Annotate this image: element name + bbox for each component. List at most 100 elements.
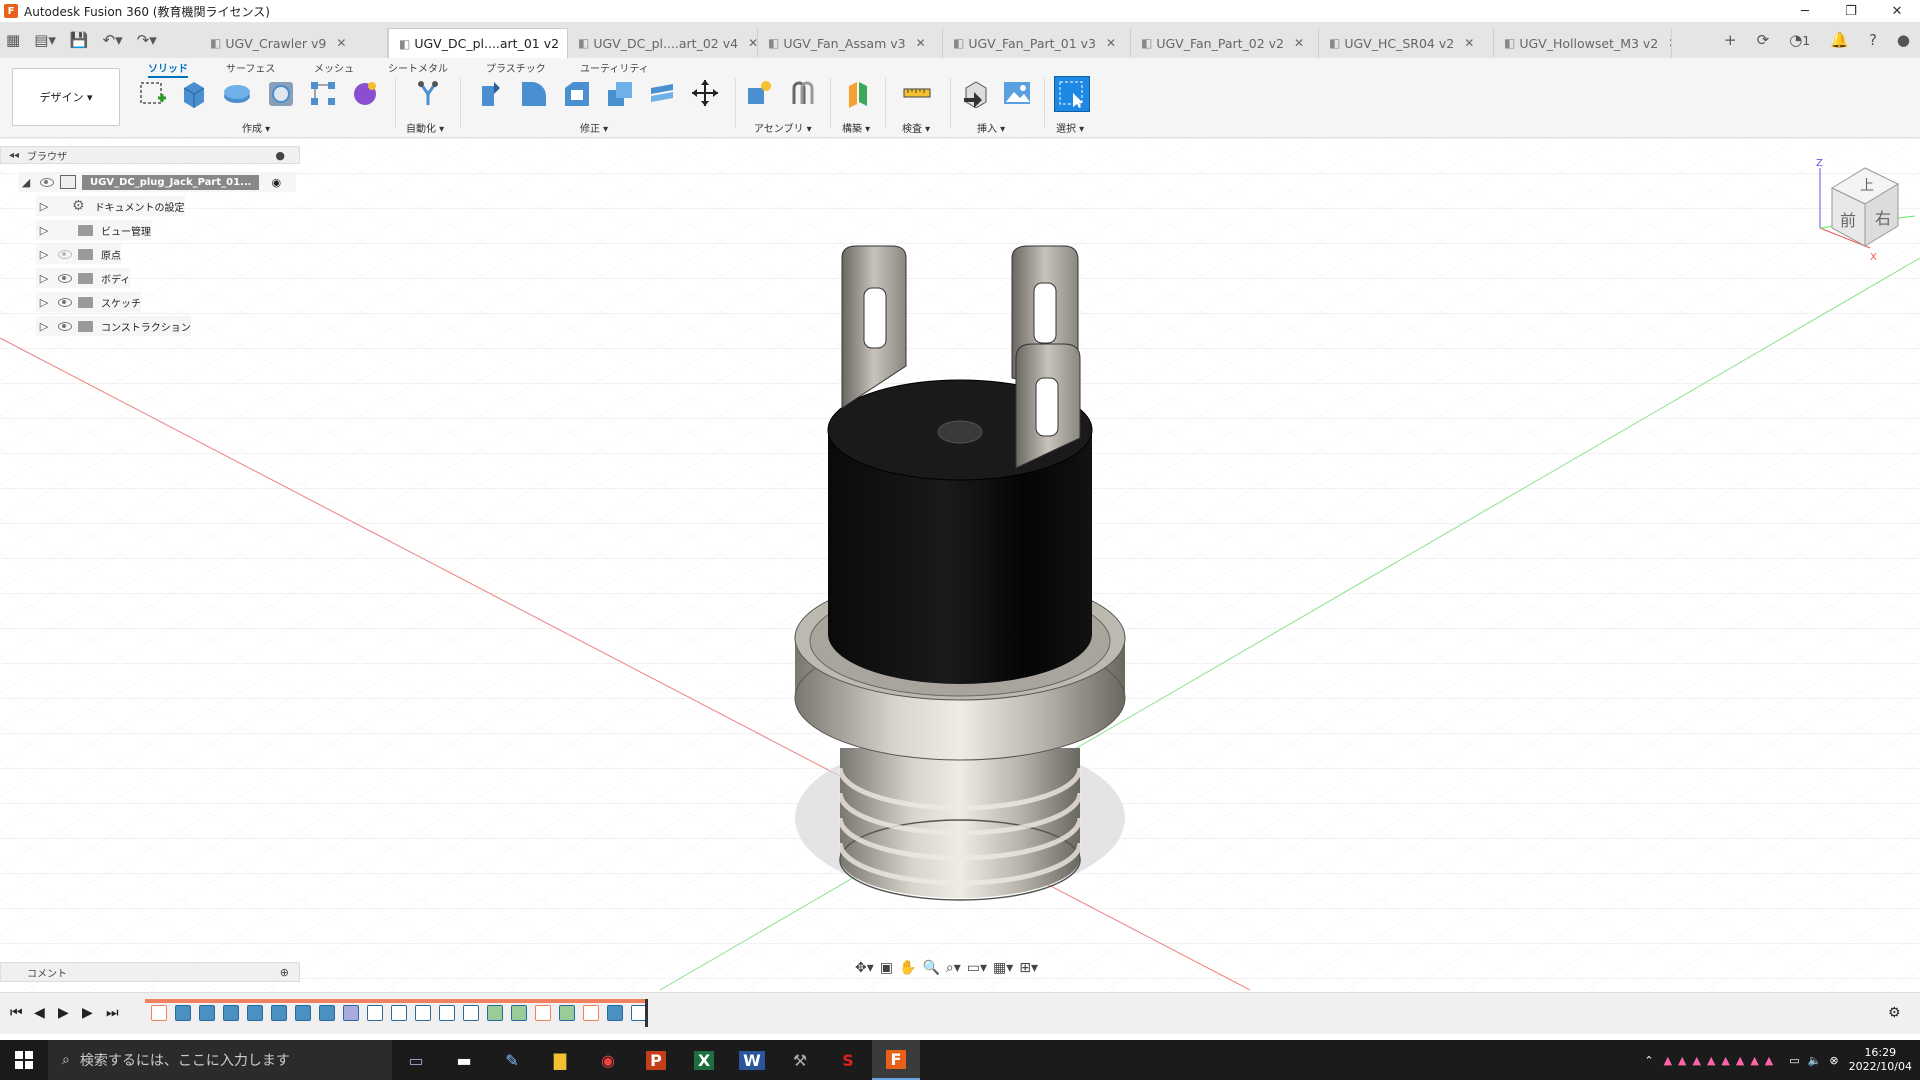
joint-icon[interactable] <box>788 78 818 108</box>
taskbar-app-terminal-icon[interactable]: ▬ <box>440 1040 488 1080</box>
tray-overflow-icon[interactable]: ⌃ <box>1644 1054 1653 1067</box>
document-tab[interactable]: ◧ UGV_Fan_Assam v3 ✕ <box>758 28 943 58</box>
expand-toggle-icon[interactable]: ▷ <box>36 248 52 261</box>
document-tab[interactable]: ◧ UGV_Crawler v9 ✕ <box>200 28 388 58</box>
taskbar-app-misc-icon[interactable]: ⚒ <box>776 1040 824 1080</box>
expand-toggle-icon[interactable]: ▷ <box>36 296 52 309</box>
group-create[interactable]: 作成 ▾ <box>242 120 270 135</box>
browser-pin-icon[interactable]: ● <box>275 149 285 162</box>
fillet-icon[interactable] <box>518 78 548 108</box>
taskbar-app-folder-icon[interactable]: ▇ <box>536 1040 584 1080</box>
timeline-feature[interactable] <box>271 1005 287 1021</box>
grid-settings-icon[interactable]: ▦▾ <box>993 960 1013 976</box>
zoom-icon[interactable]: 🔍 <box>922 960 939 976</box>
pan-icon[interactable]: ✋ <box>899 960 916 976</box>
taskbar-app-chrome-icon[interactable]: ◉ <box>584 1040 632 1080</box>
timeline-track[interactable] <box>145 999 648 1027</box>
timeline-last-icon[interactable]: ⏭ <box>106 1005 119 1021</box>
insert-derive-icon[interactable] <box>960 78 990 108</box>
redo-icon[interactable]: ↷▾ <box>137 31 157 49</box>
taskbar-app-fusion-icon[interactable]: F <box>872 1040 920 1080</box>
group-select[interactable]: 選択 ▾ <box>1056 120 1084 135</box>
timeline-feature[interactable] <box>487 1005 503 1021</box>
timeline-feature[interactable] <box>295 1005 311 1021</box>
insert-canvas-icon[interactable] <box>1002 78 1032 108</box>
timeline-feature[interactable] <box>343 1005 359 1021</box>
taskbar-app-explorer-icon[interactable]: ▭ <box>392 1040 440 1080</box>
windows-start-icon[interactable] <box>0 1040 48 1080</box>
group-assemble[interactable]: アセンブリ ▾ <box>754 120 812 135</box>
timeline-feature[interactable] <box>607 1005 623 1021</box>
timeline-next-icon[interactable]: ▶ <box>82 1005 93 1021</box>
timeline-first-icon[interactable]: ⏮ <box>10 1005 23 1021</box>
document-tab[interactable]: ◧ UGV_Fan_Part_02 v2 ✕ <box>1131 28 1319 58</box>
clock[interactable]: 16:29 2022/10/04 <box>1849 1046 1912 1074</box>
browser-node-sketches[interactable]: ▷ スケッチ <box>36 292 141 312</box>
browser-node-bodies[interactable]: ▷ ボディ <box>36 268 131 288</box>
group-modify[interactable]: 修正 ▾ <box>580 120 608 135</box>
tab-utility[interactable]: ユーティリティ <box>580 60 649 75</box>
tab-close-icon[interactable]: ✕ <box>916 36 926 50</box>
expand-toggle-icon[interactable]: ▷ <box>36 224 52 237</box>
notification-bell-icon[interactable]: 🔔 <box>1830 31 1849 49</box>
measure-icon[interactable] <box>902 78 932 108</box>
tray-apps-icon[interactable]: ▲▲▲▲▲▲▲▲ <box>1664 1054 1780 1067</box>
workspace-mode-button[interactable]: デザイン ▾ <box>12 68 120 126</box>
timeline-prev-icon[interactable]: ◀ <box>34 1005 45 1021</box>
visibility-eye-icon[interactable] <box>58 249 72 259</box>
press-pull-icon[interactable] <box>474 78 504 108</box>
new-tab-icon[interactable]: + <box>1724 31 1737 49</box>
job-status-icon[interactable]: ◔1 <box>1789 31 1810 49</box>
create-sketch-icon[interactable] <box>138 78 168 108</box>
browser-node-origin[interactable]: ▷ 原点 <box>36 244 121 264</box>
timeline-feature[interactable] <box>223 1005 239 1021</box>
visibility-eye-icon[interactable] <box>58 273 72 283</box>
tab-close-icon[interactable]: ✕ <box>1668 36 1671 50</box>
timeline-marker[interactable] <box>645 999 648 1027</box>
browser-node-construction[interactable]: ▷ コンストラクション <box>36 316 191 336</box>
tab-solid[interactable]: ソリッド <box>148 60 188 78</box>
fit-icon[interactable]: ⌕▾ <box>946 960 961 976</box>
taskbar-app-notepad-icon[interactable]: ✎ <box>488 1040 536 1080</box>
move-icon[interactable] <box>690 78 720 108</box>
taskbar-search[interactable]: ⌕ 検索するには、ここに入力します <box>48 1040 392 1080</box>
select-icon[interactable] <box>1054 76 1090 112</box>
look-at-icon[interactable]: ▣ <box>880 960 893 976</box>
group-construct[interactable]: 構築 ▾ <box>842 120 870 135</box>
group-inspect[interactable]: 検査 ▾ <box>902 120 930 135</box>
visibility-eye-icon[interactable] <box>40 177 54 187</box>
timeline-feature[interactable] <box>391 1005 407 1021</box>
pattern-icon[interactable] <box>308 78 338 108</box>
chamfer-icon[interactable] <box>561 78 591 108</box>
network-icon[interactable]: ▭ <box>1789 1054 1799 1067</box>
browser-node-named-views[interactable]: ▷ ビュー管理 <box>36 220 151 240</box>
timeline-feature[interactable] <box>463 1005 479 1021</box>
expand-toggle-icon[interactable]: ▷ <box>36 272 52 285</box>
timeline-play-icon[interactable]: ▶ <box>58 1005 69 1021</box>
browser-root-node[interactable]: ◢ UGV_DC_plug_Jack_Part_01... ◉ <box>18 172 296 192</box>
extrude-icon[interactable] <box>178 78 208 108</box>
timeline-sketch-feature[interactable] <box>535 1005 551 1021</box>
timeline-feature[interactable] <box>559 1005 575 1021</box>
tab-close-icon[interactable]: ✕ <box>748 36 757 50</box>
automate-icon[interactable] <box>413 78 443 108</box>
minimize-button[interactable]: ─ <box>1782 0 1828 22</box>
timeline-feature[interactable] <box>175 1005 191 1021</box>
combine-icon[interactable] <box>647 78 677 108</box>
tab-plastic[interactable]: プラスチック <box>486 60 546 75</box>
taskbar-app-solidworks-icon[interactable]: S <box>824 1040 872 1080</box>
sync-icon[interactable]: ⟳ <box>1757 31 1770 49</box>
document-tab[interactable]: ◧UGV_Hollowset_M3 v2 ✕ <box>1494 28 1672 58</box>
document-tab[interactable]: ◧ UGV_HC_SR04 v2 ✕ <box>1319 28 1494 58</box>
timeline-feature[interactable] <box>415 1005 431 1021</box>
user-avatar-icon[interactable]: ● <box>1897 31 1910 49</box>
tab-close-icon[interactable]: ✕ <box>1294 36 1304 50</box>
expand-toggle-icon[interactable]: ▷ <box>36 320 52 333</box>
construct-plane-icon[interactable] <box>843 78 873 108</box>
orbit-icon[interactable]: ✥▾ <box>855 960 874 976</box>
browser-node-document-settings[interactable]: ▷ ⚙ ドキュメントの設定 <box>36 196 185 216</box>
taskbar-app-powerpoint-icon[interactable]: P <box>632 1040 680 1080</box>
undo-icon[interactable]: ↶▾ <box>103 31 123 49</box>
group-automate[interactable]: 自動化 ▾ <box>406 120 444 135</box>
taskbar-app-word-icon[interactable]: W <box>728 1040 776 1080</box>
